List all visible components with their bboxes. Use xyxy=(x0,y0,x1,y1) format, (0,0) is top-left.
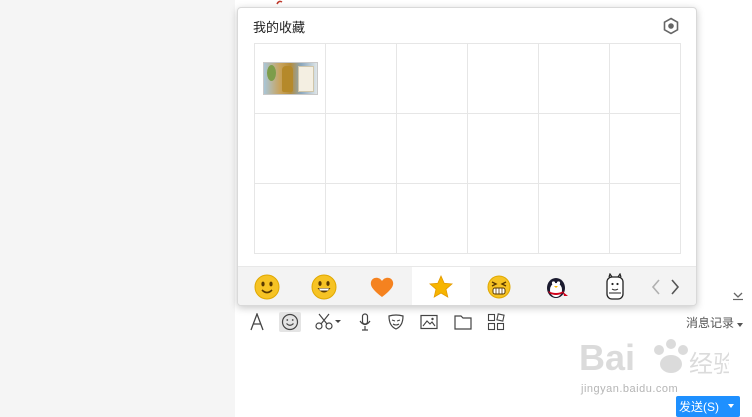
collapse-chevron-icon[interactable] xyxy=(732,288,744,301)
tab-penguin[interactable] xyxy=(528,267,586,305)
microphone-icon xyxy=(359,313,371,331)
grid-cell[interactable] xyxy=(468,114,539,184)
penguin-icon xyxy=(547,277,568,298)
grinning-face-icon xyxy=(311,274,337,299)
grid-cell[interactable] xyxy=(539,114,610,184)
favorite-item[interactable] xyxy=(255,44,326,114)
watermark-logo-text: Bai xyxy=(579,337,635,378)
tab-laughing-face[interactable] xyxy=(470,267,528,305)
grid-cell[interactable] xyxy=(539,184,610,254)
chevron-left-icon[interactable] xyxy=(649,277,663,297)
red-mark xyxy=(276,0,283,6)
grid-cell[interactable] xyxy=(468,44,539,114)
emoji-smile-icon xyxy=(281,313,299,331)
watermark-url: jingyan.baidu.com xyxy=(581,383,679,395)
image-icon xyxy=(420,314,438,330)
baidu-watermark-logo: Bai 经验 xyxy=(579,332,737,382)
tab-star[interactable] xyxy=(412,267,470,305)
popup-title: 我的收藏 xyxy=(253,20,306,35)
heart-icon xyxy=(370,277,394,297)
favorite-image-thumbnail xyxy=(263,62,318,95)
svg-text:经验: 经验 xyxy=(689,350,729,378)
more-tools-button[interactable] xyxy=(485,312,507,332)
tab-bear-sticker[interactable] xyxy=(586,267,644,305)
smiley-face-icon xyxy=(254,274,280,299)
laughing-face-icon xyxy=(487,275,511,298)
settings-hex-icon[interactable] xyxy=(662,17,680,35)
grid-cell[interactable] xyxy=(326,114,397,184)
send-options-caret-icon[interactable] xyxy=(727,403,735,409)
grid-cell[interactable] xyxy=(326,184,397,254)
screenshot-button[interactable] xyxy=(313,312,343,332)
favorites-popup: 我的收藏 xyxy=(237,7,697,306)
history-caret-icon[interactable] xyxy=(736,316,744,327)
bear-sticker-icon xyxy=(606,272,624,300)
send-button[interactable]: 发送(S) xyxy=(676,396,740,417)
grid-cell[interactable] xyxy=(397,44,468,114)
star-icon xyxy=(429,274,453,298)
folder-icon xyxy=(454,315,472,330)
grid-cell[interactable] xyxy=(326,44,397,114)
tab-heart[interactable] xyxy=(353,267,411,305)
favorites-grid xyxy=(254,43,681,254)
magic-expression-button[interactable] xyxy=(385,312,407,332)
emoji-button[interactable] xyxy=(279,312,301,332)
message-history-link[interactable]: 消息记录 xyxy=(686,314,734,331)
apps-icon xyxy=(487,313,505,331)
voice-button[interactable] xyxy=(354,312,376,332)
grid-cell[interactable] xyxy=(397,114,468,184)
grid-cell[interactable] xyxy=(610,184,681,254)
send-label: 发送(S) xyxy=(679,400,719,414)
grid-cell[interactable] xyxy=(610,44,681,114)
grid-cell[interactable] xyxy=(539,44,610,114)
font-icon xyxy=(250,313,264,331)
send-image-button[interactable] xyxy=(418,312,440,332)
emoji-tab-bar xyxy=(238,266,696,305)
tab-grinning-face[interactable] xyxy=(295,267,353,305)
grid-cell[interactable] xyxy=(397,184,468,254)
left-pane xyxy=(0,0,235,417)
grid-cell[interactable] xyxy=(255,184,326,254)
scissors-icon xyxy=(315,313,341,330)
tab-smiley-face[interactable] xyxy=(238,267,296,305)
mask-icon xyxy=(388,314,404,330)
chevron-right-icon[interactable] xyxy=(668,277,682,297)
grid-cell[interactable] xyxy=(610,114,681,184)
send-file-button[interactable] xyxy=(452,312,474,332)
grid-cell[interactable] xyxy=(468,184,539,254)
grid-cell[interactable] xyxy=(255,114,326,184)
font-button[interactable] xyxy=(246,312,268,332)
